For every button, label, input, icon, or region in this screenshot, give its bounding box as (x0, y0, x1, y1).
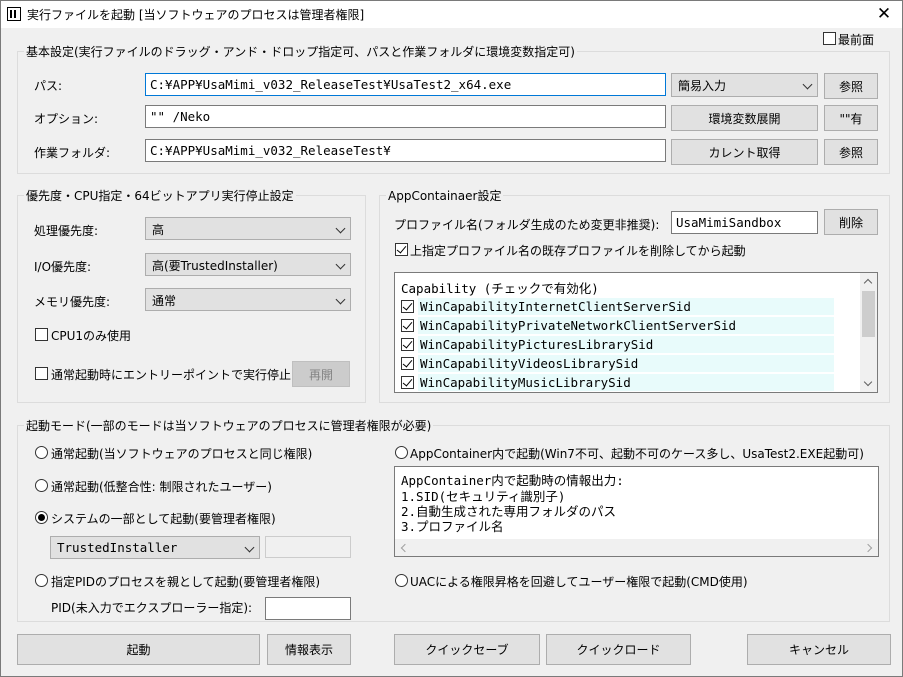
delete-existing-label: 上指定プロファイル名の既存プロファイルを削除してから起動 (410, 244, 746, 258)
mode-uac-bypass-label: UACによる権限昇格を回避してユーザー権限で起動(CMD使用) (410, 575, 748, 589)
info-line: 3.プロファイル名 (401, 519, 504, 534)
entry-stop-checkbox[interactable] (35, 367, 48, 380)
option-input[interactable]: "" /Neko (145, 105, 666, 128)
chevron-down-icon (336, 223, 346, 233)
window-title: 実行ファイルを起動 [当ソフトウェアのプロセスは管理者権限] (27, 8, 365, 22)
memory-priority-value: 通常 (152, 294, 177, 308)
process-priority-label: 処理優先度: (34, 224, 99, 238)
browse-workdir-button[interactable]: 参照 (824, 139, 878, 165)
quick-save-button[interactable]: クイックセーブ (394, 634, 540, 665)
mode-normal-same-label: 通常起動(当ソフトウェアのプロセスと同じ権限) (51, 447, 313, 461)
cpu1-label: CPU1のみ使用 (51, 329, 132, 343)
system-account-value: TrustedInstaller (57, 540, 178, 555)
mode-normal-low-radio[interactable] (35, 479, 48, 492)
chevron-down-icon (803, 79, 813, 89)
capability-item[interactable]: WinCapabilityVideosLibrarySid (398, 354, 834, 373)
chevron-down-icon (336, 294, 346, 304)
capability-checkbox[interactable] (401, 319, 414, 332)
cpu1-checkbox[interactable] (35, 328, 48, 341)
input-mode-select[interactable]: 簡易入力 (671, 73, 818, 97)
topmost-checkbox[interactable] (823, 32, 836, 45)
title-bar: 実行ファイルを起動 [当ソフトウェアのプロセスは管理者権限] ✕ (1, 1, 902, 28)
profile-input[interactable]: UsaMimiSandbox (671, 211, 818, 234)
appcontainer-info-textarea[interactable]: AppContainer内で起動時の情報出力: 1.SID(セキュリティ識別子)… (394, 466, 879, 557)
mode-appcontainer-label: AppContainer内で起動(Win7不可、起動不可のケース多し、UsaTe… (410, 447, 864, 461)
launch-dialog: 実行ファイルを起動 [当ソフトウェアのプロセスは管理者権限] ✕ 最前面 基本設… (0, 0, 903, 677)
mode-system-part-radio[interactable] (35, 511, 48, 524)
profile-label: プロファイル名(フォルダ生成のため変更非推奨): (394, 218, 660, 232)
cancel-button[interactable]: キャンセル (747, 634, 891, 665)
capability-list[interactable]: Capability (チェックで有効化) WinCapabilityInter… (394, 272, 878, 393)
priority-title: 優先度・CPU指定・64ビットアプリ実行停止設定 (24, 187, 296, 204)
capability-label: WinCapabilityPicturesLibrarySid (418, 336, 834, 353)
mode-normal-low-label: 通常起動(低整合性: 制限されたユーザー) (51, 480, 272, 494)
mode-system-part-label: システムの一部として起動(要管理者権限) (51, 512, 276, 526)
mode-pid-parent-label: 指定PIDのプロセスを親として起動(要管理者権限) (51, 575, 321, 589)
capability-vscrollbar[interactable] (860, 273, 877, 392)
capability-label: WinCapabilityInternetClientServerSid (418, 298, 834, 315)
info-hscrollbar[interactable] (395, 539, 878, 556)
mode-appcontainer-radio[interactable] (395, 446, 408, 459)
mode-uac-bypass-radio[interactable] (395, 574, 408, 587)
scroll-right-icon[interactable] (861, 539, 878, 556)
resume-button[interactable]: 再開 (292, 361, 350, 387)
memory-priority-select[interactable]: 通常 (145, 288, 351, 311)
io-priority-select[interactable]: 高(要TrustedInstaller) (145, 253, 351, 276)
capability-checkbox[interactable] (401, 338, 414, 351)
workdir-label: 作業フォルダ: (34, 146, 111, 160)
expand-env-button[interactable]: 環境変数展開 (671, 105, 818, 131)
chevron-down-icon (336, 259, 346, 269)
get-current-button[interactable]: カレント取得 (671, 139, 818, 165)
capability-item[interactable]: WinCapabilityMusicLibrarySid (398, 373, 834, 392)
app-icon (7, 7, 21, 21)
capability-label: WinCapabilityPrivateNetworkClientServerS… (418, 317, 834, 334)
scroll-thumb[interactable] (862, 291, 875, 337)
path-label: パス: (34, 79, 63, 93)
launch-button[interactable]: 起動 (17, 634, 260, 665)
close-button[interactable]: ✕ (874, 3, 894, 25)
topmost-label: 最前面 (838, 33, 875, 47)
capability-header: Capability (チェックで有効化) (401, 281, 599, 296)
input-mode-value: 簡易入力 (678, 79, 727, 93)
quote-toggle-button[interactable]: ""有 (824, 105, 878, 131)
process-priority-value: 高 (152, 223, 165, 237)
delete-profile-button[interactable]: 削除 (824, 209, 878, 235)
mode-normal-same-radio[interactable] (35, 446, 48, 459)
chevron-down-icon (245, 542, 255, 552)
capability-label: WinCapabilityVideosLibrarySid (418, 355, 834, 372)
capability-label: WinCapabilityMusicLibrarySid (418, 374, 834, 391)
pid-label: PID(未入力でエクスプローラー指定): (51, 601, 253, 615)
io-priority-label: I/O優先度: (34, 260, 92, 274)
io-priority-value: 高(要TrustedInstaller) (152, 259, 278, 273)
capability-item[interactable]: WinCapabilityPicturesLibrarySid (398, 335, 834, 354)
quick-load-button[interactable]: クイックロード (546, 634, 691, 665)
workdir-input[interactable]: C:¥APP¥UsaMimi_v032_ReleaseTest¥ (145, 139, 666, 162)
memory-priority-label: メモリ優先度: (34, 295, 111, 309)
scroll-up-icon[interactable] (860, 273, 877, 290)
appcontainer-title: AppContainaer設定 (386, 187, 504, 204)
capability-checkbox[interactable] (401, 357, 414, 370)
system-account-select[interactable]: TrustedInstaller (50, 536, 260, 559)
capability-item[interactable]: WinCapabilityInternetClientServerSid (398, 297, 834, 316)
scroll-left-icon[interactable] (395, 539, 412, 556)
capability-checkbox[interactable] (401, 376, 414, 389)
basic-settings-title: 基本設定(実行ファイルのドラッグ・アンド・ドロップ指定可、パスと作業フォルダに環… (24, 43, 577, 60)
launch-mode-title: 起動モード(一部のモードは当ソフトウェアのプロセスに管理者権限が必要) (24, 417, 434, 434)
capability-item[interactable]: WinCapabilityPrivateNetworkClientServerS… (398, 316, 834, 335)
info-button[interactable]: 情報表示 (267, 634, 351, 665)
process-priority-select[interactable]: 高 (145, 217, 351, 240)
browse-path-button[interactable]: 参照 (824, 73, 878, 99)
mode-pid-parent-radio[interactable] (35, 574, 48, 587)
path-input[interactable]: C:¥APP¥UsaMimi_v032_ReleaseTest¥UsaTest2… (145, 73, 666, 96)
scroll-down-icon[interactable] (860, 375, 877, 392)
delete-existing-checkbox[interactable] (395, 243, 408, 256)
system-extra-input[interactable] (265, 536, 351, 558)
entry-stop-label: 通常起動時にエントリーポイントで実行停止 (51, 368, 292, 382)
option-label: オプション: (34, 112, 99, 126)
capability-checkbox[interactable] (401, 300, 414, 313)
pid-input[interactable] (265, 597, 351, 620)
